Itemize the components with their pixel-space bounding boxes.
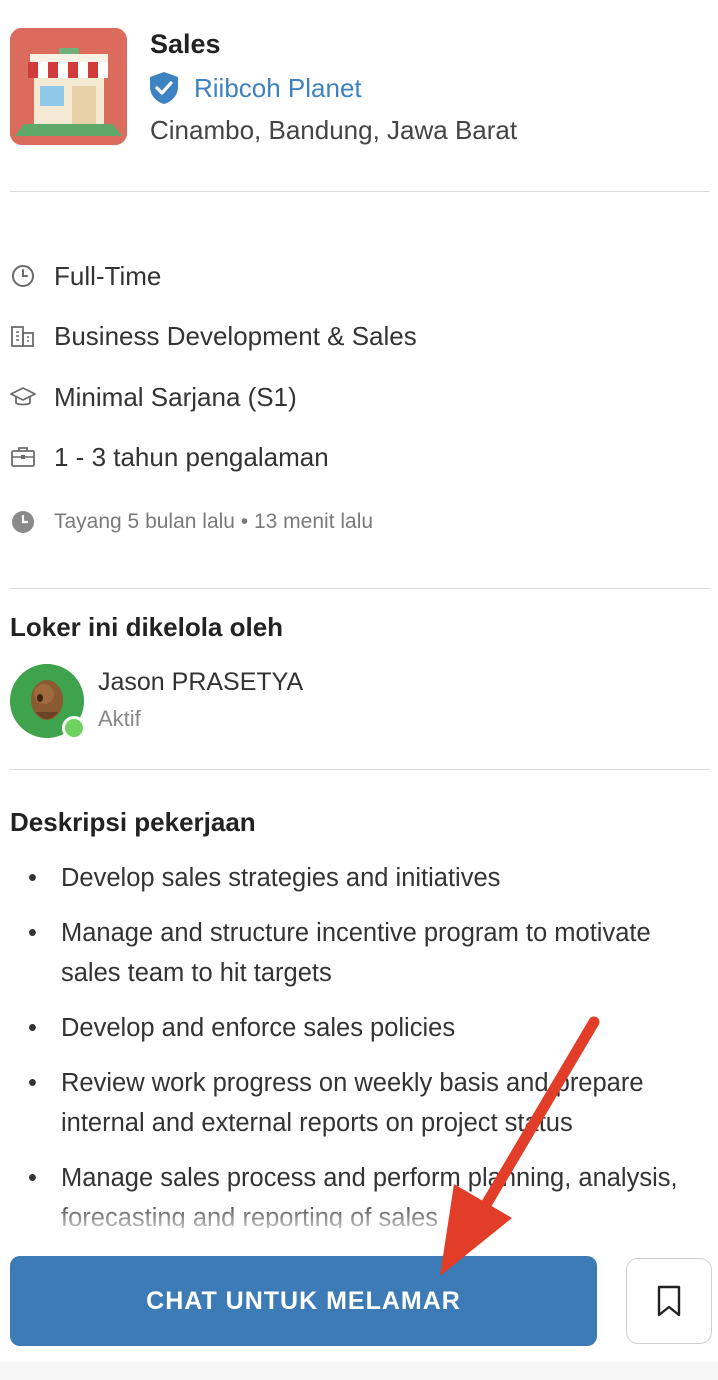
education-row: Minimal Sarjana (S1) xyxy=(10,379,297,415)
recruiter-section-title: Loker ini dikelola oleh xyxy=(10,612,284,642)
job-location: Cinambo, Bandung, Jawa Barat xyxy=(150,115,518,145)
briefcase-icon xyxy=(10,444,36,470)
building-icon xyxy=(10,323,36,349)
clock-icon xyxy=(10,263,36,289)
company-name[interactable]: Riibcoh Planet xyxy=(194,73,362,104)
action-bar: CHAT UNTUK MELAMAR xyxy=(0,1240,718,1380)
recruiter-name: Jason PRASETYA xyxy=(98,668,304,696)
posted-row: Tayang 5 bulan lalu • 13 menit lalu xyxy=(10,504,373,540)
list-item: • Develop and enforce sales policies xyxy=(28,1014,456,1042)
bookmark-icon xyxy=(656,1285,682,1317)
employment-type: Full-Time xyxy=(54,260,162,291)
employment-type-row: Full-Time xyxy=(10,258,161,294)
recruiter-status: Aktif xyxy=(98,706,141,731)
experience-row: 1 - 3 tahun pengalaman xyxy=(10,439,329,475)
company-link[interactable]: Riibcoh Planet xyxy=(148,70,362,106)
job-category: Business Development & Sales xyxy=(54,320,417,351)
online-status-dot xyxy=(62,716,86,740)
divider xyxy=(10,191,710,192)
clock-filled-icon xyxy=(10,509,36,535)
bottom-safe-area xyxy=(0,1362,718,1380)
list-item: • Manage and structure incentive program … xyxy=(28,919,651,987)
content-fade xyxy=(0,1200,718,1240)
education-requirement: Minimal Sarjana (S1) xyxy=(54,381,297,412)
list-item: • Develop sales strategies and initiative… xyxy=(28,864,501,892)
posted-time: Tayang 5 bulan lalu • 13 menit lalu xyxy=(54,510,374,533)
description-list: • Develop sales strategies and initiative… xyxy=(10,858,710,1228)
bookmark-button[interactable] xyxy=(626,1258,712,1344)
category-row: Business Development & Sales xyxy=(10,318,417,354)
chat-apply-button[interactable]: CHAT UNTUK MELAMAR xyxy=(10,1256,597,1346)
experience-requirement: 1 - 3 tahun pengalaman xyxy=(54,441,329,472)
recruiter-card[interactable]: Jason PRASETYA Aktif xyxy=(10,664,710,744)
description-section-title: Deskripsi pekerjaan xyxy=(10,807,256,837)
divider xyxy=(10,588,710,589)
job-title: Sales xyxy=(150,29,221,59)
company-logo[interactable] xyxy=(10,28,127,145)
verified-shield-icon xyxy=(148,71,180,105)
graduation-cap-icon xyxy=(10,384,36,410)
divider xyxy=(10,769,710,770)
job-header: Sales Riibcoh Planet Cinambo, Bandung, J… xyxy=(10,28,710,148)
list-item: • Review work progress on weekly basis an… xyxy=(28,1069,644,1137)
